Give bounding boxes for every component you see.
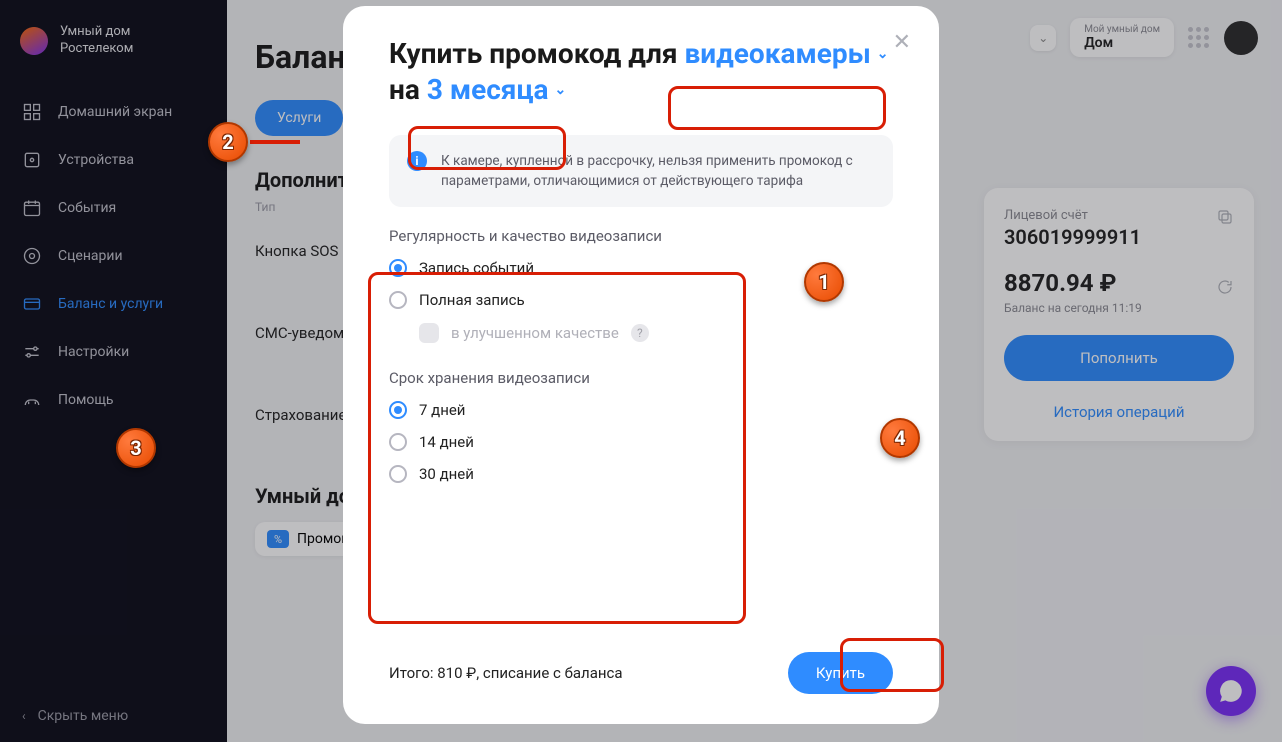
radio-14days[interactable]: 14 дней: [389, 433, 893, 451]
help-tooltip-icon[interactable]: ?: [631, 324, 649, 342]
callout-badge-2: 2: [208, 122, 248, 162]
radio-7days[interactable]: 7 дней: [389, 401, 893, 419]
radio-icon: [389, 433, 407, 451]
radio-icon: [389, 291, 407, 309]
regularity-title: Регулярность и качество видеозаписи: [389, 227, 893, 245]
radio-icon: [389, 465, 407, 483]
callout-badge-1: 1: [804, 262, 844, 302]
modal-footer: Итого: 810 ₽, списание с баланса Купить: [389, 652, 893, 694]
storage-title: Срок хранения видеозаписи: [389, 369, 893, 387]
promo-modal: ✕ Купить промокод для видеокамеры⌄ на 3 …: [343, 6, 939, 724]
buy-button[interactable]: Купить: [788, 652, 893, 694]
device-dropdown[interactable]: видеокамеры⌄: [684, 36, 888, 72]
info-banner: i К камере, купленной в рассрочку, нельз…: [389, 135, 893, 208]
radio-30days[interactable]: 30 дней: [389, 465, 893, 483]
quality-checkbox-row[interactable]: в улучшенном качестве ?: [419, 323, 893, 343]
chevron-down-icon: ⌄: [555, 81, 567, 99]
total-text: Итого: 810 ₽, списание с баланса: [389, 664, 623, 682]
callout-badge-4: 4: [880, 418, 920, 458]
radio-icon: [389, 259, 407, 277]
callout-badge-3: 3: [116, 428, 156, 468]
radio-icon: [389, 401, 407, 419]
modal-overlay: ✕ Купить промокод для видеокамеры⌄ на 3 …: [0, 0, 1282, 742]
info-icon: i: [407, 151, 427, 171]
period-dropdown[interactable]: 3 месяца⌄: [427, 72, 566, 108]
modal-title: Купить промокод для видеокамеры⌄ на 3 ме…: [389, 36, 893, 109]
chevron-down-icon: ⌄: [877, 45, 889, 63]
checkbox-icon: [419, 323, 439, 343]
info-text: К камере, купленной в рассрочку, нельзя …: [441, 151, 875, 192]
close-icon[interactable]: ✕: [893, 30, 911, 55]
